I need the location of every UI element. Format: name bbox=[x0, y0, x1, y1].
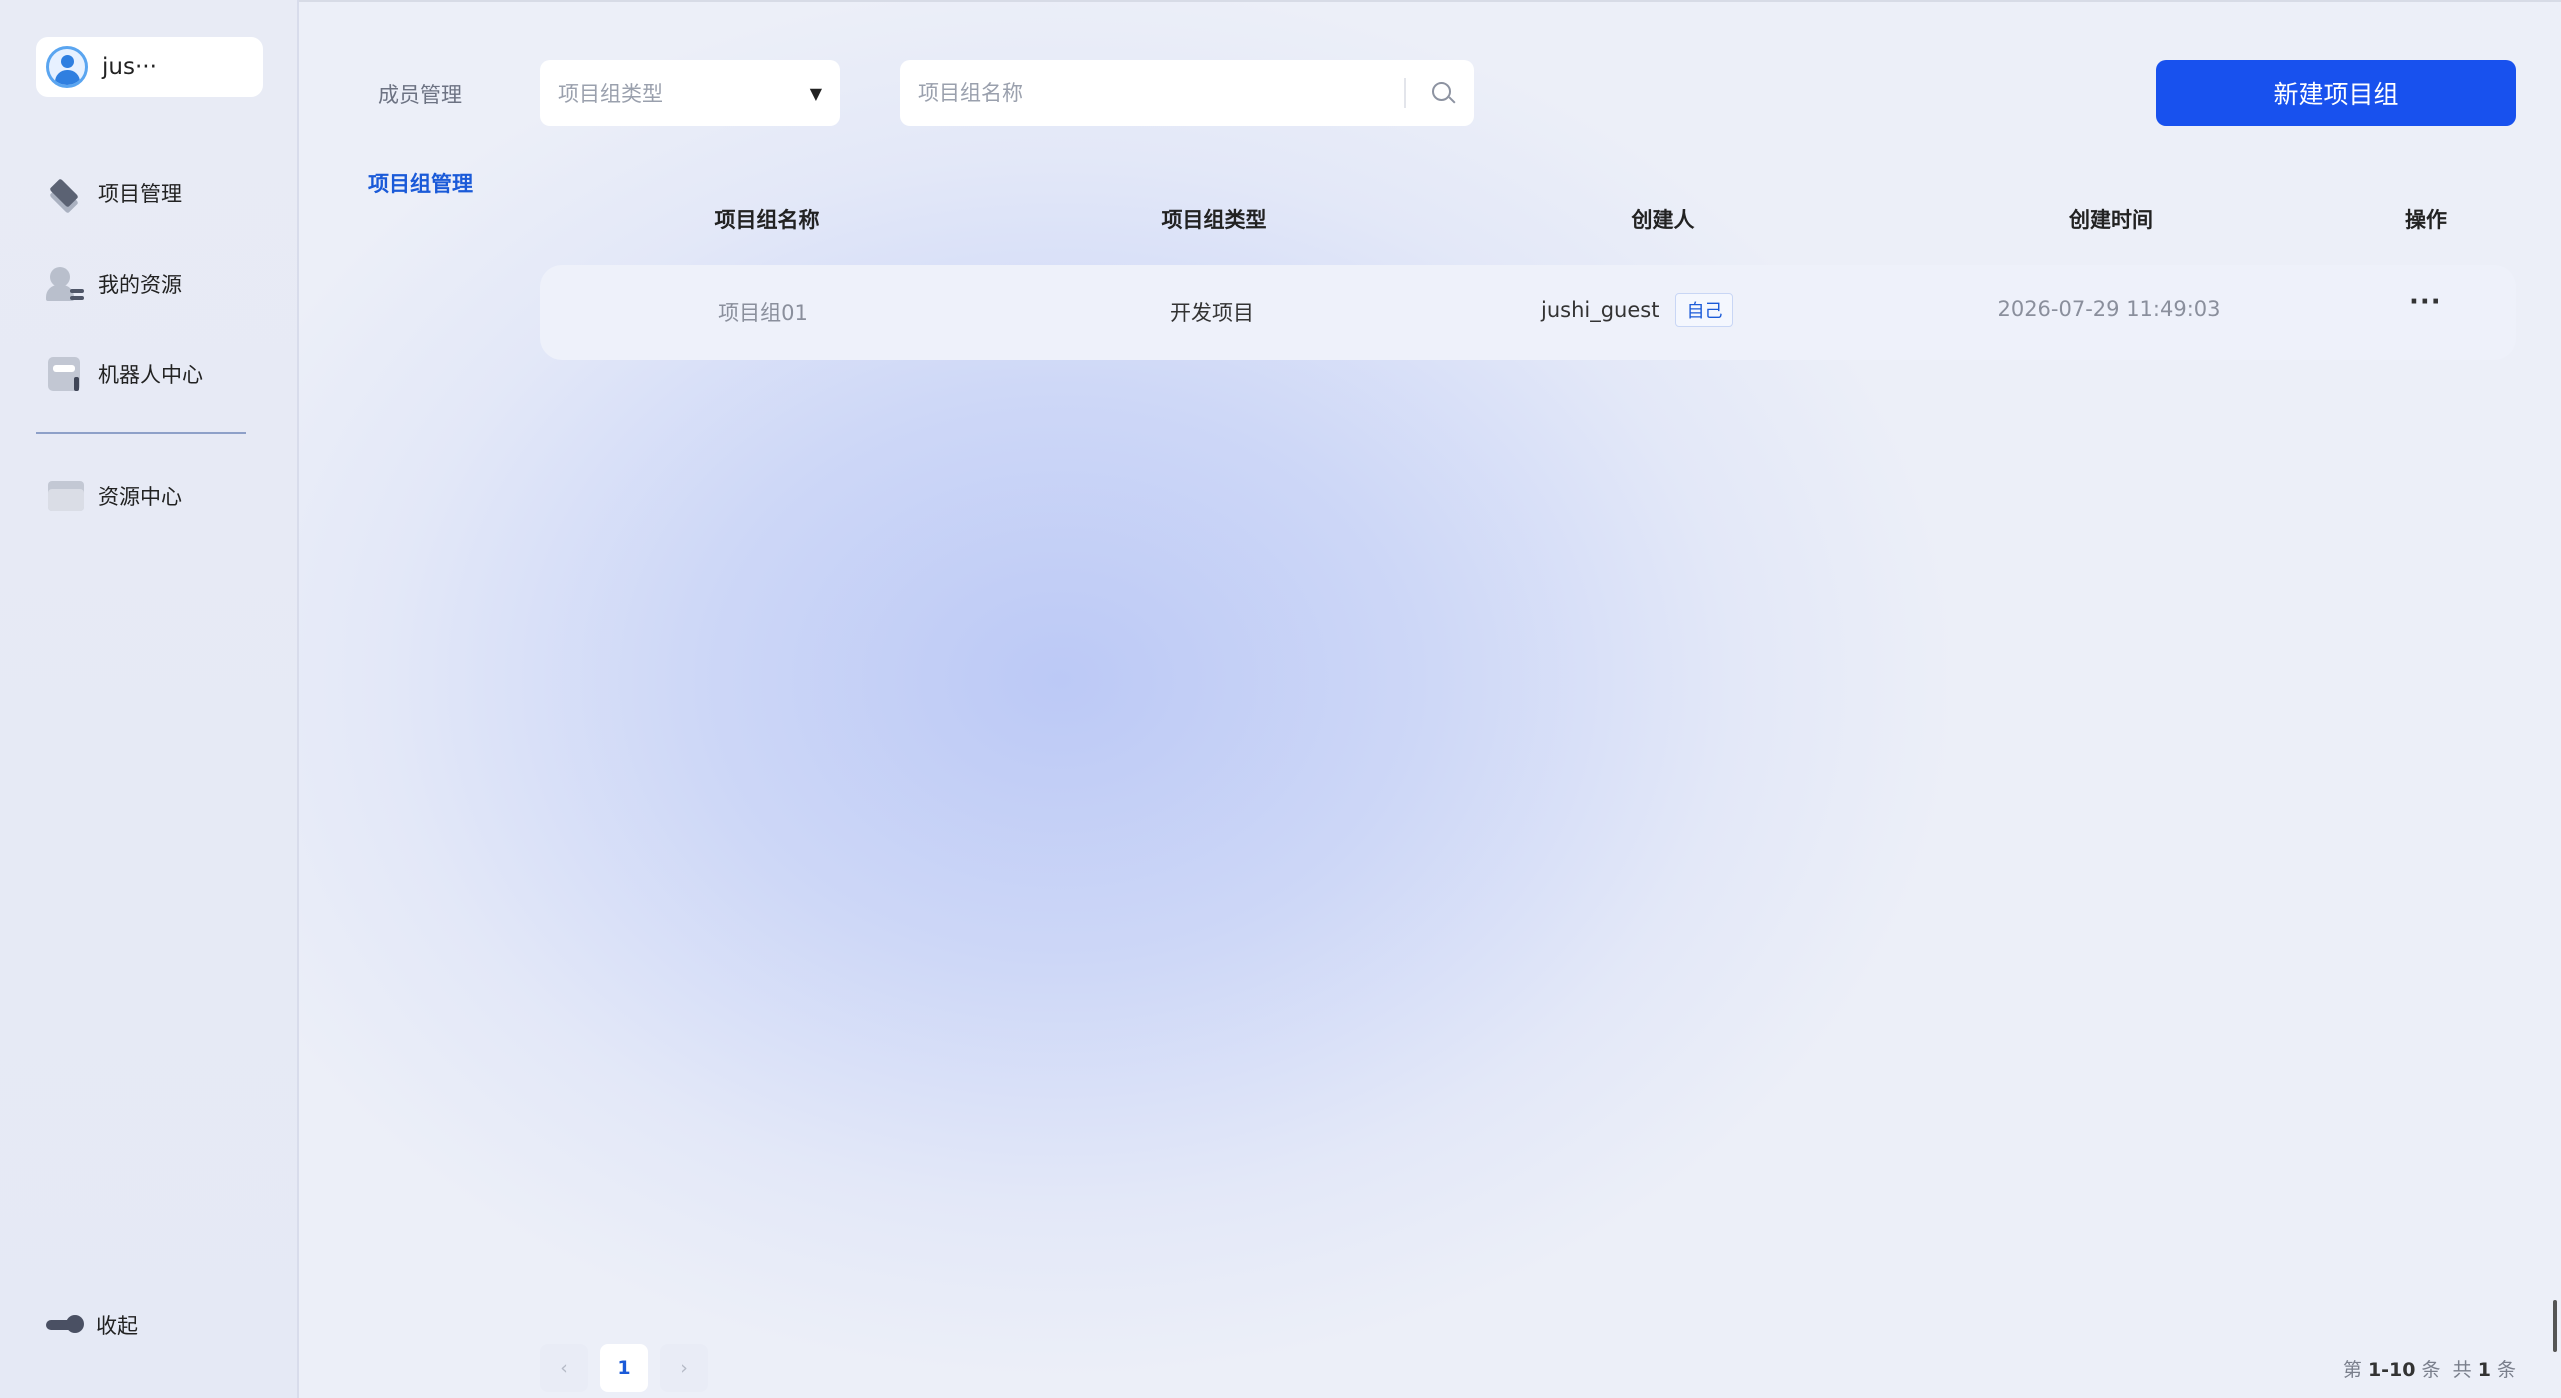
scrollbar[interactable] bbox=[2549, 0, 2561, 1398]
sidebar: jus··· 项目管理 我的资源 机器人中心 资源中心 收起 bbox=[0, 0, 299, 1398]
cell-type: 开发项目 bbox=[1170, 301, 1254, 325]
sidebar-item-robot-center[interactable]: 机器人中心 bbox=[46, 352, 203, 396]
new-project-group-button[interactable]: 新建项目组 bbox=[2156, 60, 2516, 126]
more-actions-icon[interactable]: ··· bbox=[2409, 287, 2442, 317]
caret-down-icon: ▼ bbox=[809, 83, 822, 103]
user-name: jus··· bbox=[102, 54, 157, 80]
search-input[interactable] bbox=[918, 81, 1404, 105]
pagination-page-1[interactable]: 1 bbox=[600, 1344, 648, 1392]
cell-creator: jushi_guest 自己 bbox=[1541, 293, 1734, 327]
pagination-next-button[interactable]: › bbox=[660, 1344, 708, 1392]
sidebar-item-label: 我的资源 bbox=[98, 273, 182, 297]
project-group-type-select[interactable]: 项目组类型 ▼ bbox=[540, 60, 840, 126]
sidebar-item-my-resources[interactable]: 我的资源 bbox=[46, 262, 182, 306]
tab-project-group-management[interactable]: 项目组管理 bbox=[368, 168, 473, 198]
window-top-border bbox=[0, 0, 2561, 2]
toggle-icon bbox=[46, 1315, 84, 1333]
folder-icon bbox=[46, 477, 84, 515]
column-header-type: 项目组类型 bbox=[1161, 208, 1267, 232]
self-badge: 自己 bbox=[1675, 293, 1734, 327]
user-resource-icon bbox=[46, 265, 84, 303]
user-card[interactable]: jus··· bbox=[36, 37, 263, 97]
pagination-prev-button[interactable]: ‹ bbox=[540, 1344, 588, 1392]
column-header-actions: 操作 bbox=[2405, 208, 2447, 232]
collapse-label: 收起 bbox=[96, 1314, 138, 1338]
sidebar-item-label: 机器人中心 bbox=[98, 363, 203, 387]
search-icon[interactable] bbox=[1430, 80, 1456, 106]
column-header-name: 项目组名称 bbox=[714, 208, 820, 232]
sidebar-item-label: 资源中心 bbox=[98, 485, 182, 509]
select-placeholder: 项目组类型 bbox=[558, 82, 663, 106]
column-header-creator: 创建人 bbox=[1631, 208, 1695, 232]
sidebar-item-label: 项目管理 bbox=[98, 182, 182, 206]
sidebar-item-resource-center[interactable]: 资源中心 bbox=[46, 474, 182, 518]
layers-icon bbox=[46, 174, 84, 214]
creator-name: jushi_guest bbox=[1541, 298, 1660, 322]
sidebar-item-project-management[interactable]: 项目管理 bbox=[46, 171, 182, 215]
cell-created-time: 2026-07-29 11:49:03 bbox=[1997, 297, 2221, 321]
search-box bbox=[900, 60, 1474, 126]
search-separator bbox=[1404, 78, 1406, 108]
table-row[interactable]: 项目组01 开发项目 jushi_guest 自己 2026-07-29 11:… bbox=[540, 265, 2516, 360]
sidebar-divider bbox=[36, 432, 246, 434]
avatar bbox=[46, 46, 88, 88]
robot-icon bbox=[46, 355, 84, 393]
tab-member-management[interactable]: 成员管理 bbox=[378, 79, 462, 109]
scrollbar-thumb[interactable] bbox=[2553, 1300, 2557, 1352]
collapse-button[interactable]: 收起 bbox=[46, 1310, 138, 1340]
column-header-created-time: 创建时间 bbox=[2069, 208, 2153, 232]
cell-name: 项目组01 bbox=[718, 301, 808, 325]
pagination-summary: 第 1-10 条 共 1 条 bbox=[2342, 1359, 2516, 1381]
